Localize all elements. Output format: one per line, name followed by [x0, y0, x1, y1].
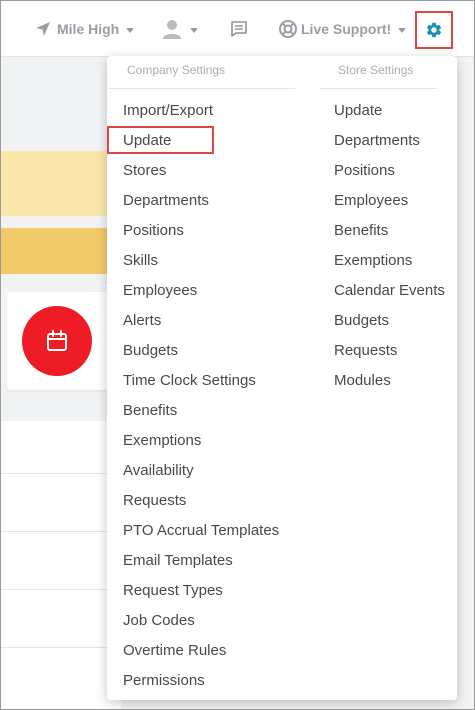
- store-menu-item-employees[interactable]: Employees: [334, 192, 408, 210]
- store-menu-item-departments[interactable]: Departments: [334, 132, 420, 150]
- company-menu-item-requests[interactable]: Requests: [123, 492, 186, 510]
- calendar-card[interactable]: [7, 292, 122, 390]
- list-divider: [1, 473, 121, 474]
- list-divider: [1, 589, 121, 590]
- settings-button[interactable]: [415, 11, 453, 49]
- background-list: [1, 421, 121, 709]
- lifebuoy-icon: [279, 20, 297, 38]
- company-menu-item-email-templates[interactable]: Email Templates: [123, 552, 233, 570]
- store-settings-heading: Store Settings: [338, 63, 414, 77]
- messages-button[interactable]: [230, 1, 248, 57]
- store-menu-item-positions[interactable]: Positions: [334, 162, 395, 180]
- company-menu-item-budgets[interactable]: Budgets: [123, 342, 178, 360]
- update-highlight-box: [107, 126, 214, 154]
- list-divider: [1, 647, 121, 648]
- store-menu-item-budgets[interactable]: Budgets: [334, 312, 389, 330]
- company-menu-item-benefits[interactable]: Benefits: [123, 402, 177, 420]
- company-settings-heading: Company Settings: [127, 63, 226, 77]
- company-menu-item-pto-accrual-templates[interactable]: PTO Accrual Templates: [123, 522, 279, 540]
- store-menu-item-update[interactable]: Update: [334, 102, 382, 120]
- chevron-down-icon: [398, 27, 407, 33]
- summary-band-orange: [1, 228, 121, 274]
- calendar-icon: [47, 330, 67, 351]
- company-settings-divider: [109, 88, 295, 89]
- company-menu-item-request-types[interactable]: Request Types: [123, 582, 223, 600]
- live-support-menu[interactable]: Live Support!: [278, 1, 407, 57]
- gear-icon: [426, 22, 442, 38]
- company-menu-item-overtime-rules[interactable]: Overtime Rules: [123, 642, 226, 660]
- company-menu-item-job-codes[interactable]: Job Codes: [123, 612, 195, 630]
- app-window: Mile High Live Support! Company Settings…: [0, 0, 475, 710]
- company-menu-item-skills[interactable]: Skills: [123, 252, 158, 270]
- summary-band-yellow: [1, 151, 121, 216]
- company-menu-item-time-clock-settings[interactable]: Time Clock Settings: [123, 372, 256, 390]
- company-menu-item-alerts[interactable]: Alerts: [123, 312, 161, 330]
- user-menu[interactable]: [161, 1, 198, 57]
- company-menu-item-permissions[interactable]: Permissions: [123, 672, 205, 690]
- chevron-down-icon: [126, 27, 135, 33]
- company-menu-item-departments[interactable]: Departments: [123, 192, 209, 210]
- location-selector[interactable]: Mile High: [35, 1, 135, 57]
- company-menu-item-stores[interactable]: Stores: [123, 162, 166, 180]
- company-menu-item-employees[interactable]: Employees: [123, 282, 197, 300]
- chat-icon: [231, 21, 247, 37]
- calendar-button[interactable]: [22, 306, 92, 376]
- store-menu-item-exemptions[interactable]: Exemptions: [334, 252, 412, 270]
- chevron-down-icon: [190, 27, 198, 33]
- store-menu-item-requests[interactable]: Requests: [334, 342, 397, 360]
- store-menu-item-modules[interactable]: Modules: [334, 372, 391, 390]
- company-menu-item-exemptions[interactable]: Exemptions: [123, 432, 201, 450]
- live-support-label: Live Support!: [301, 21, 392, 37]
- store-menu-item-calendar-events[interactable]: Calendar Events: [334, 282, 445, 300]
- user-avatar-icon: [163, 20, 181, 39]
- company-menu-item-import-export[interactable]: Import/Export: [123, 102, 213, 120]
- top-navbar: Mile High Live Support!: [1, 1, 474, 57]
- company-menu-item-positions[interactable]: Positions: [123, 222, 184, 240]
- store-settings-divider: [319, 88, 437, 89]
- location-arrow-icon: [36, 22, 50, 36]
- company-menu-item-availability[interactable]: Availability: [123, 462, 194, 480]
- list-divider: [1, 531, 121, 532]
- location-label: Mile High: [57, 21, 120, 37]
- store-menu-item-benefits[interactable]: Benefits: [334, 222, 388, 240]
